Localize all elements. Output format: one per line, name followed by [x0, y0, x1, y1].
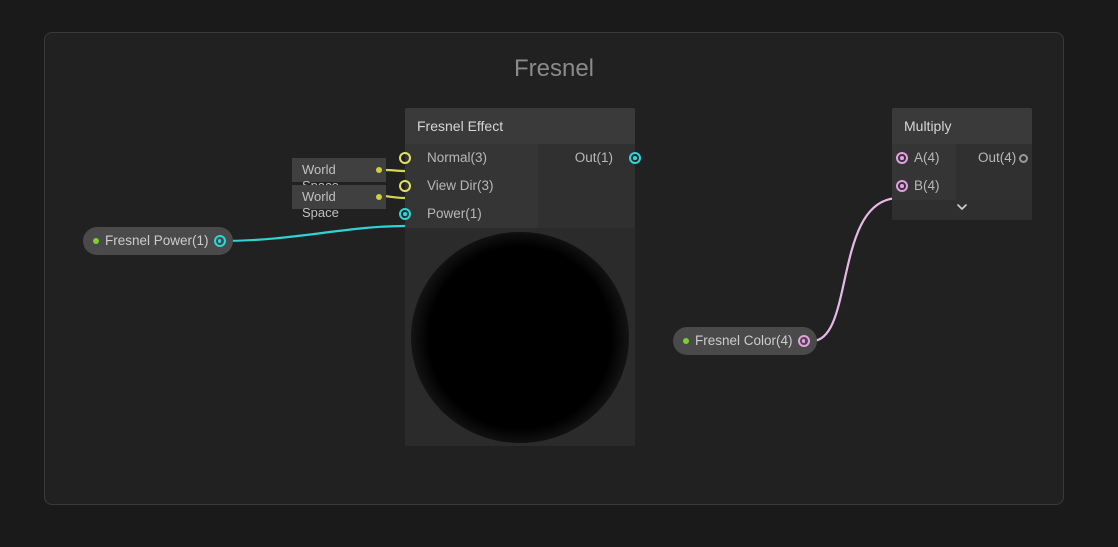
dd-dot-2: [376, 194, 382, 200]
preview-sphere: [411, 232, 629, 443]
group-title: Fresnel: [45, 55, 1063, 83]
exposed-dot: [93, 238, 99, 244]
port-mult-out-label: Out(4): [978, 150, 1016, 165]
viewdir-space-dropdown[interactable]: World Space: [292, 185, 386, 209]
port-b-label: B(4): [914, 178, 940, 193]
port-view-dir[interactable]: View Dir(3): [405, 172, 538, 200]
port-power-label: Power(1): [427, 206, 482, 221]
property-fresnel-power[interactable]: Fresnel Power(1): [83, 227, 233, 255]
node-multiply[interactable]: Multiply A(4) B(4) Out(4): [892, 108, 1032, 220]
port-mult-out[interactable]: Out(4): [956, 144, 1032, 172]
port-a[interactable]: A(4): [892, 144, 956, 172]
port-normal-label: Normal(3): [427, 150, 487, 165]
socket-fresnel-power-out[interactable]: [214, 235, 226, 247]
node-graph-group[interactable]: Fresnel Fresnel Effect N: [44, 32, 1064, 505]
viewdir-space-value: World Space: [302, 189, 339, 220]
edge-power: [220, 226, 405, 241]
port-out[interactable]: Out(1): [538, 144, 635, 172]
dd-dot-1: [376, 167, 382, 173]
socket-a-in[interactable]: [896, 152, 908, 164]
port-a-label: A(4): [914, 150, 940, 165]
property-fresnel-color-label: Fresnel Color(4): [695, 333, 793, 348]
edge-normal-space: [385, 170, 405, 171]
port-view-dir-label: View Dir(3): [427, 178, 494, 193]
exposed-dot-2: [683, 338, 689, 344]
edge-color-to-b: [812, 198, 899, 341]
socket-mult-out[interactable]: [1019, 154, 1028, 163]
multiply-collapse-toggle[interactable]: [892, 200, 1032, 220]
multiply-header[interactable]: Multiply: [892, 108, 1032, 144]
port-normal[interactable]: Normal(3): [405, 144, 538, 172]
normal-space-dropdown[interactable]: World Space: [292, 158, 386, 182]
socket-b-in[interactable]: [896, 180, 908, 192]
fresnel-effect-header[interactable]: Fresnel Effect: [405, 108, 635, 144]
socket-normal-in[interactable]: [399, 152, 411, 164]
socket-out[interactable]: [629, 152, 641, 164]
property-fresnel-power-label: Fresnel Power(1): [105, 233, 209, 248]
port-power[interactable]: Power(1): [405, 200, 538, 228]
socket-power-in[interactable]: [399, 208, 411, 220]
port-b[interactable]: B(4): [892, 172, 956, 200]
socket-viewdir-in[interactable]: [399, 180, 411, 192]
property-fresnel-color[interactable]: Fresnel Color(4): [673, 327, 817, 355]
node-fresnel-effect[interactable]: Fresnel Effect Normal(3) View Dir(3) Pow…: [405, 108, 635, 446]
port-out-label: Out(1): [575, 150, 613, 165]
edge-viewdir-space: [385, 196, 405, 198]
node-preview: [405, 228, 635, 446]
socket-fresnel-color-out[interactable]: [798, 335, 810, 347]
chevron-down-icon: [957, 202, 967, 212]
